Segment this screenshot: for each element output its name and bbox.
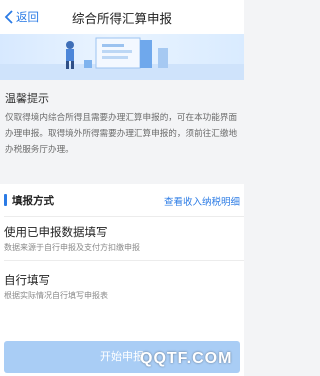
fill-method-title: 填报方式 <box>12 195 54 207</box>
watermark: QQTF.COM <box>140 350 233 367</box>
tips-title: 温馨提示 <box>5 92 49 105</box>
tips-body: 仅取得境内综合所得且需要办理汇算申报的，可在本功能界面办理申报。取得境外所得需要… <box>5 113 238 155</box>
divider <box>4 260 244 261</box>
page-title: 综合所得汇算申报 <box>71 11 172 26</box>
option-subtitle: 数据来源于自行申报及支付方扣缴申报 <box>4 243 140 252</box>
banner-illustration <box>0 34 244 80</box>
navbar: 返回 综合所得汇算申报 <box>0 0 244 34</box>
option-use-declared-data[interactable]: 使用已申报数据填写 数据来源于自行申报及支付方扣缴申报 <box>0 218 244 258</box>
fill-method-header: 填报方式 查看收入纳税明细 <box>0 184 244 216</box>
section-accent-bar <box>4 194 7 206</box>
option-self-fill[interactable]: 自行填写 根据实际情况自行填写申报表 <box>0 266 244 306</box>
fill-method-section: 填报方式 查看收入纳税明细 使用已申报数据填写 数据来源于自行申报及支付方扣缴申… <box>0 184 244 336</box>
option-title: 使用已申报数据填写 <box>4 225 108 239</box>
divider <box>4 216 244 217</box>
option-title: 自行填写 <box>4 273 50 287</box>
option-subtitle: 根据实际情况自行填写申报表 <box>4 291 108 300</box>
tips-panel: 温馨提示 仅取得境内综合所得且需要办理汇算申报的，可在本功能界面办理申报。取得境… <box>0 80 244 176</box>
view-income-tax-details-link[interactable]: 查看收入纳税明细 <box>164 194 240 208</box>
